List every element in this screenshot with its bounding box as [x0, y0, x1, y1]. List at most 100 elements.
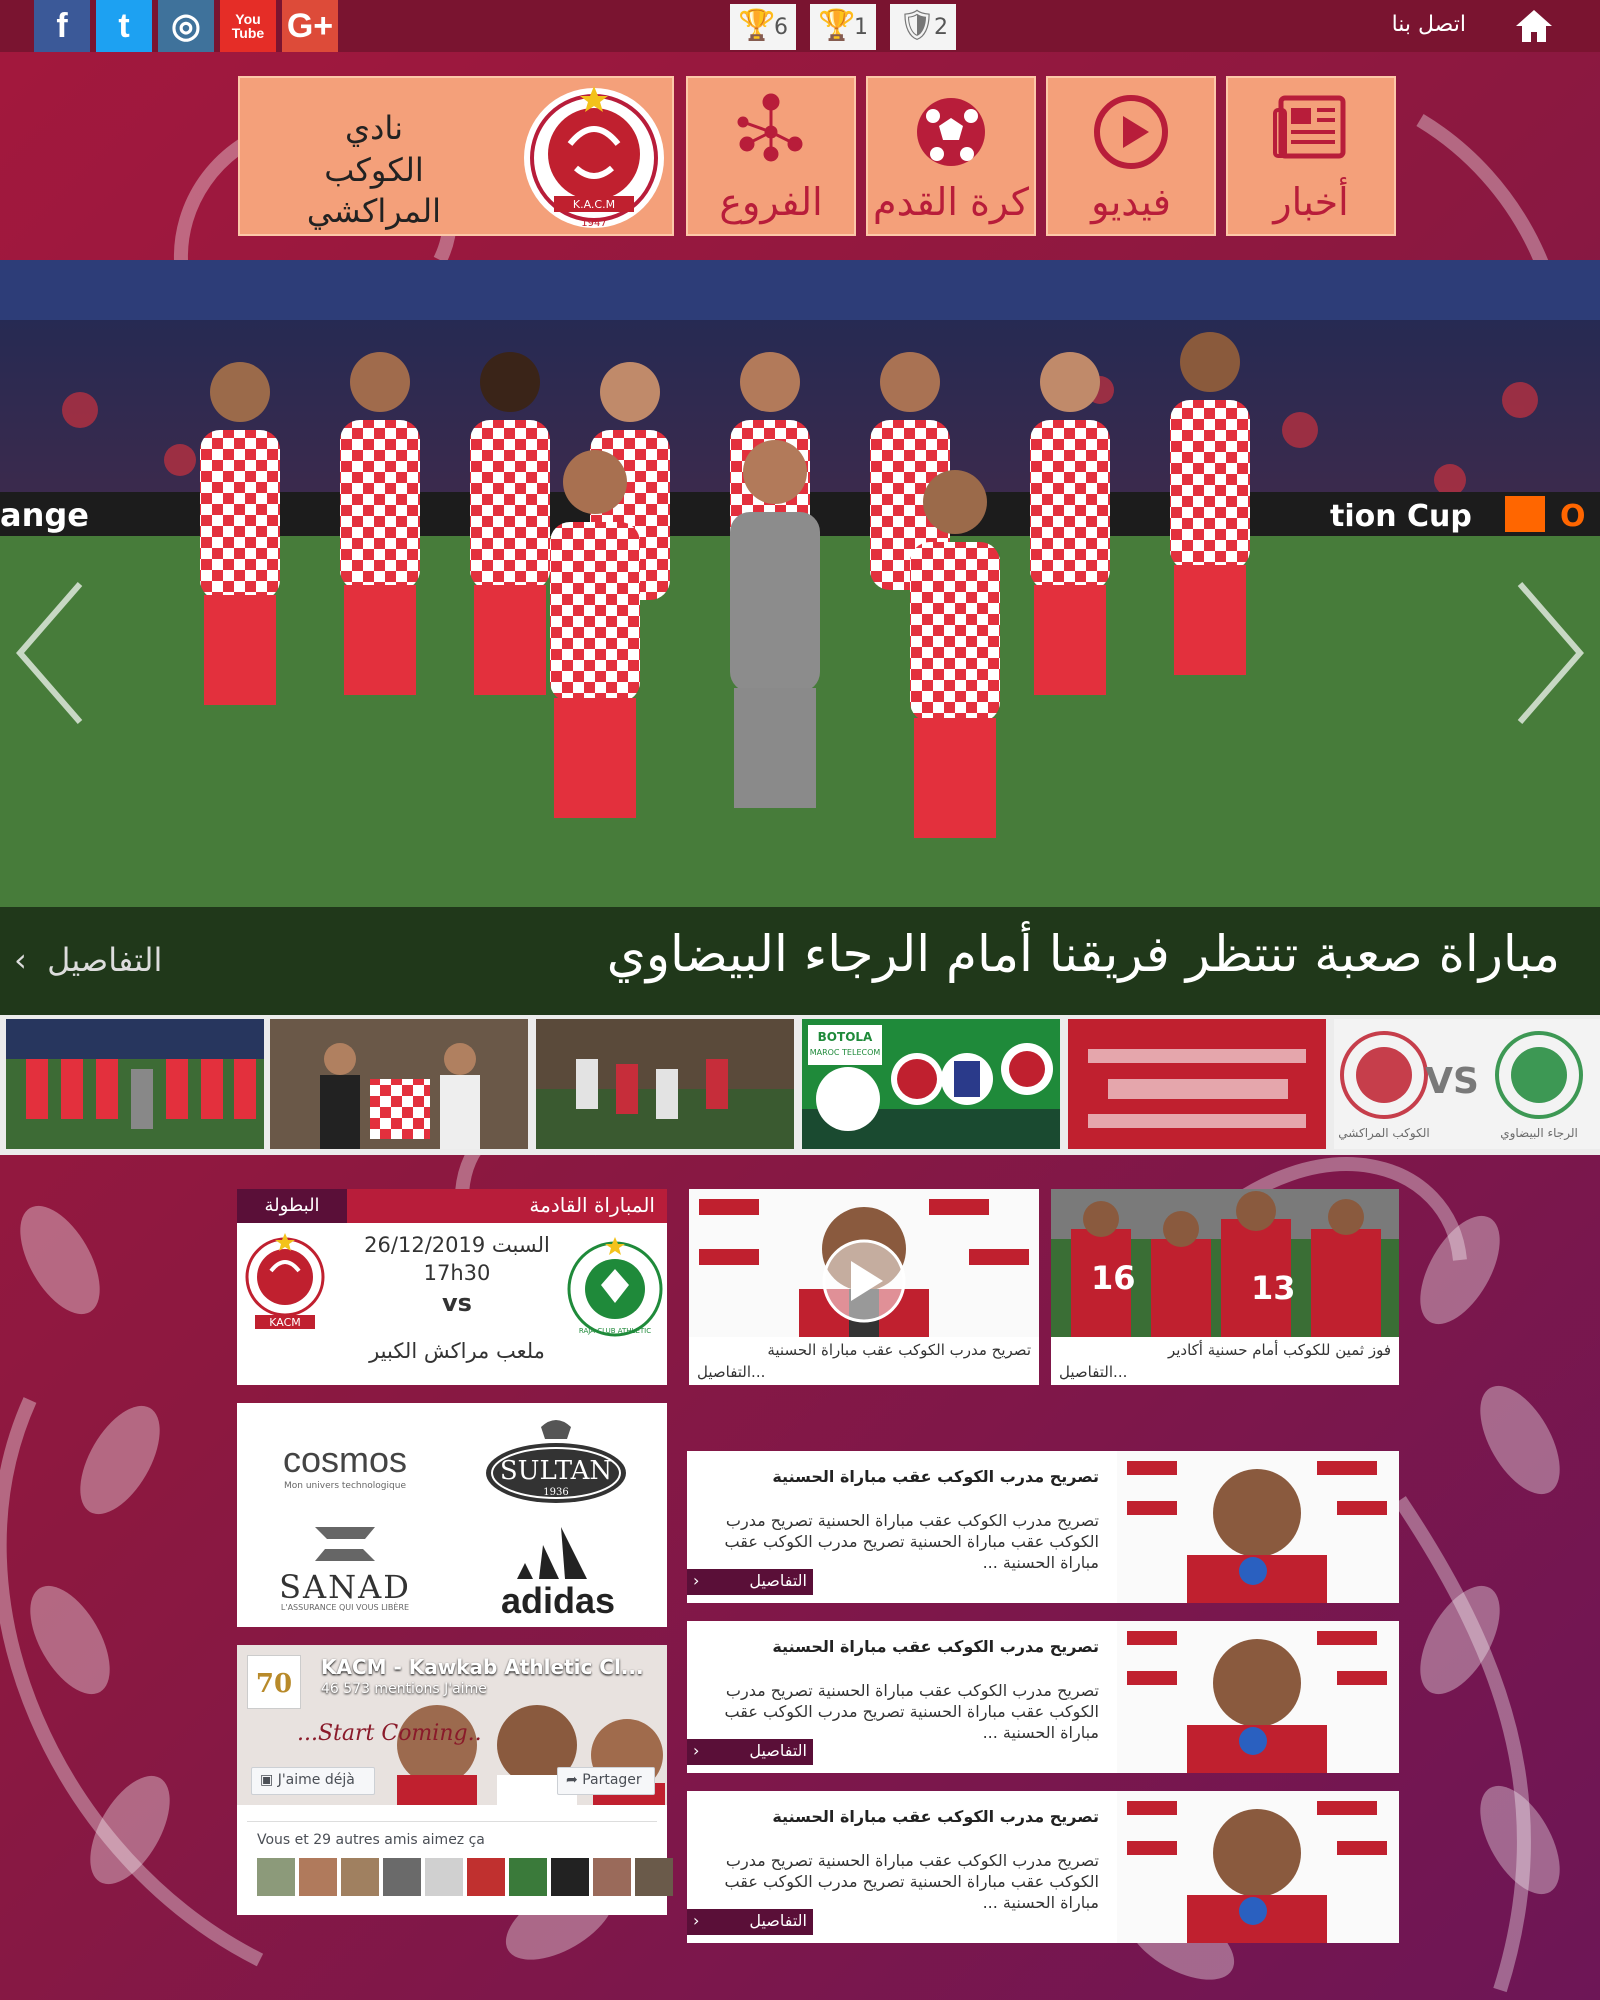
slider-prev-icon[interactable]	[10, 578, 90, 728]
sponsor-name: SANAD	[279, 1568, 411, 1606]
thumbnail-fans-banner[interactable]	[1068, 1019, 1326, 1149]
slider-title[interactable]: مباراة صعبة تنتظر فريقنا أمام الرجاء الب…	[607, 925, 1560, 983]
football-icon	[917, 98, 985, 166]
top-bar: f t ◎ You Tube G+ 🏆 6 🏆 1 🛡 2 اتصل بنا	[0, 0, 1600, 52]
nav-tile-label: الفروع	[719, 180, 823, 225]
thumbnail-signing[interactable]	[270, 1019, 528, 1149]
video-details-link[interactable]: التفاصيل...	[697, 1363, 765, 1381]
news-title[interactable]: تصريح مدرب الكوكب عقب مباراة الحسنية	[772, 1467, 1099, 1486]
thumbnail-botola[interactable]: BOTOLA MAROC TELECOM	[802, 1019, 1060, 1149]
nav-tile-label: فيديو	[1091, 180, 1171, 225]
friend-avatar[interactable]	[467, 1858, 505, 1896]
fb-share-button[interactable]: ➦ Partager	[557, 1767, 655, 1795]
nav-tile-news[interactable]: أخبار	[1226, 76, 1396, 236]
match-vs: vs	[442, 1289, 472, 1317]
home-team-crest-icon: KACM	[245, 1233, 325, 1329]
trophy-counter-2[interactable]: 🏆 1	[810, 4, 876, 50]
crest-year: 1947	[581, 218, 606, 229]
news-item[interactable]: تصريح مدرب الكوكب عقب مباراة الحسنية تصر…	[687, 1621, 1399, 1773]
page-avatar[interactable]: 70	[247, 1655, 301, 1709]
friend-avatar[interactable]	[635, 1858, 673, 1896]
thumbnail-team-photo[interactable]	[6, 1019, 264, 1149]
friend-avatar[interactable]	[383, 1858, 421, 1896]
match-stadium: ملعب مراكش الكبير	[369, 1339, 545, 1363]
fb-friends-section: Vous et 29 autres amis aimez ça	[247, 1821, 673, 1907]
news-details-button[interactable]: التفاصيل ‹	[687, 1739, 813, 1765]
nav-tile-video[interactable]: فيديو	[1046, 76, 1216, 236]
friend-avatar[interactable]	[509, 1858, 547, 1896]
friend-avatar[interactable]	[425, 1858, 463, 1896]
news-title[interactable]: تصريح مدرب الكوكب عقب مباراة الحسنية	[772, 1807, 1099, 1826]
video-card-2[interactable]: 16 13 فوز ثمين للكوكب أمام حسنية أكادير …	[1051, 1189, 1399, 1385]
slider-details-link[interactable]: ‹ التفاصيل	[14, 941, 162, 979]
chevron-left-icon: ‹	[693, 1571, 700, 1590]
trophy-counter-3[interactable]: 🛡 2	[890, 4, 956, 50]
thumbnail-vs[interactable]: VS الكوكب المراكشي الرجاء البيضاوي	[1334, 1019, 1600, 1149]
details-label: التفاصيل	[749, 1911, 807, 1930]
cup-icon: 🏆	[818, 8, 856, 43]
video-card-1[interactable]: تصريح مدرب الكوكب عقب مباراة الحسنية الت…	[689, 1189, 1039, 1385]
sponsor-name: SULTAN	[500, 1456, 612, 1486]
next-match-card[interactable]: المباراة القادمة البطولة KACM السبت 26/1…	[237, 1189, 667, 1385]
team-photo: ange tion Cup O	[0, 260, 1600, 1015]
instagram-icon[interactable]: ◎	[158, 0, 214, 52]
news-thumbnail	[1117, 1621, 1399, 1773]
contact-link[interactable]: اتصل بنا	[1392, 12, 1466, 37]
news-thumbnail	[1117, 1791, 1399, 1943]
friend-avatar[interactable]	[551, 1858, 589, 1896]
youtube-icon[interactable]: You Tube	[220, 0, 276, 52]
sponsor-tagline: Mon univers technologique	[284, 1481, 406, 1491]
trophy-count: 2	[934, 14, 948, 40]
news-item[interactable]: تصريح مدرب الكوكب عقب مباراة الحسنية تصر…	[687, 1451, 1399, 1603]
news-details-button[interactable]: التفاصيل ‹	[687, 1909, 813, 1935]
twitter-icon[interactable]: t	[96, 0, 152, 52]
club-logo-tile[interactable]: نادي الكوكب المراكشي K.A.C.M 1947	[238, 76, 674, 236]
hero-slider[interactable]: ange tion Cup O مباراة صعبة تنتظر فريقنا…	[0, 260, 1600, 1015]
sponsor-cosmos[interactable]: cosmos Mon univers technologique	[255, 1439, 435, 1491]
fb-page-name[interactable]: KACM - Kawkab Athletic Cl...	[321, 1655, 644, 1679]
video-details-link[interactable]: التفاصيل...	[1059, 1363, 1127, 1381]
slider-next-icon[interactable]	[1510, 578, 1590, 728]
news-details-button[interactable]: التفاصيل ‹	[687, 1569, 813, 1595]
video-caption[interactable]: فوز ثمين للكوكب أمام حسنية أكادير	[1168, 1341, 1391, 1359]
chevron-left-icon: ‹	[693, 1741, 700, 1760]
team-right-label: الرجاء البيضاوي	[1500, 1126, 1578, 1141]
news-item[interactable]: تصريح مدرب الكوكب عقب مباراة الحسنية تصر…	[687, 1791, 1399, 1943]
ad-board-right2: O	[1560, 499, 1586, 534]
friend-avatar[interactable]	[593, 1858, 631, 1896]
nav-tile-label: كرة القدم	[873, 180, 1029, 225]
news-title[interactable]: تصريح مدرب الكوكب عقب مباراة الحسنية	[772, 1637, 1099, 1656]
trophy-icon: 🏆	[738, 8, 776, 43]
sponsor-adidas[interactable]: adidas	[473, 1523, 643, 1619]
crest-letters: K.A.C.M	[573, 198, 615, 211]
cover-text: ...Start Coming..	[297, 1721, 482, 1746]
nav-tile-branches[interactable]: الفروع	[686, 76, 856, 236]
trophy-count: 6	[774, 14, 788, 40]
fb-like-icon: ▣	[260, 1772, 278, 1788]
thumbnail-match-action[interactable]	[536, 1019, 794, 1149]
home-icon[interactable]	[1512, 6, 1556, 46]
ad-board-right: tion Cup	[1330, 499, 1472, 534]
botola-text: BOTOLA	[818, 1030, 873, 1044]
sanad-logo-icon	[315, 1527, 375, 1561]
friend-avatar[interactable]	[341, 1858, 379, 1896]
header: نادي الكوكب المراكشي K.A.C.M 1947 الفروع	[0, 52, 1600, 260]
sponsor-sanad[interactable]: SANAD L'ASSURANCE QUI VOUS LIBÈRE	[255, 1521, 435, 1612]
friend-avatar[interactable]	[257, 1858, 295, 1896]
friend-avatar[interactable]	[299, 1858, 337, 1896]
facebook-icon[interactable]: f	[34, 0, 90, 52]
nav-tile-football[interactable]: كرة القدم	[866, 76, 1036, 236]
sponsors-panel: cosmos Mon univers technologique SULTAN …	[237, 1403, 667, 1627]
sponsor-name: adidas	[500, 1580, 616, 1621]
team-celebration-image: 16 13	[1051, 1189, 1399, 1337]
adidas-logo-icon	[517, 1527, 587, 1579]
sultan-logo-icon: SULTAN 1936	[486, 1420, 626, 1503]
details-label: التفاصيل	[749, 1571, 807, 1590]
ad-board-left: ange	[0, 496, 89, 534]
video-caption[interactable]: تصريح مدرب الكوكب عقب مباراة الحسنية	[767, 1341, 1031, 1359]
trophy-counter-1[interactable]: 🏆 6	[730, 4, 796, 50]
google-plus-icon[interactable]: G+	[282, 0, 338, 52]
fb-like-button[interactable]: ▣ J'aime déjà	[251, 1767, 375, 1795]
match-date: السبت 26/12/2019	[364, 1233, 550, 1257]
sponsor-sultan[interactable]: SULTAN 1936	[481, 1417, 631, 1509]
